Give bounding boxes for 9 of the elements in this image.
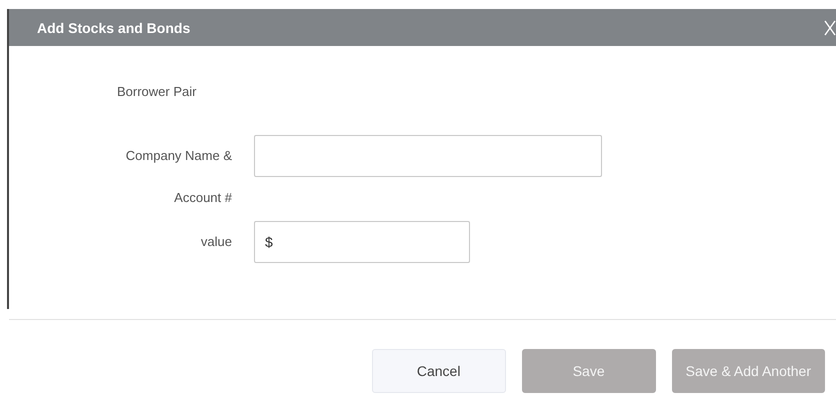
input-field[interactable]: $ xyxy=(254,221,470,263)
cancel-button[interactable]: Cancel xyxy=(372,349,506,393)
field-label: Company Name & xyxy=(126,148,232,163)
close-icon[interactable] xyxy=(824,20,836,36)
dialog-title: Add Stocks and Bonds xyxy=(37,20,190,36)
field-label: Account # xyxy=(174,190,232,205)
field-label: Borrower Pair xyxy=(117,84,196,99)
input-field[interactable] xyxy=(254,135,602,177)
field-label: value xyxy=(200,234,232,249)
